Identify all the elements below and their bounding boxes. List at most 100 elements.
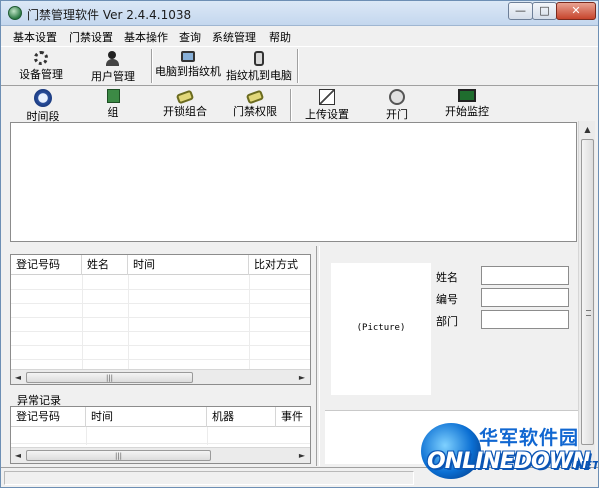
menu-bar: 基本设置 门禁设置 基本操作 查询 系统管理 帮助 xyxy=(1,27,598,46)
grid-col-line xyxy=(82,275,83,369)
app-icon xyxy=(8,6,22,20)
grip-icon: ||| xyxy=(114,452,123,460)
scroll-up-arrow-icon[interactable]: ▲ xyxy=(579,121,596,138)
grid-row-line xyxy=(11,289,310,290)
menu-query[interactable]: 查询 xyxy=(179,29,201,45)
scroll-thumb[interactable]: ||| xyxy=(26,450,211,461)
device-management-label: 设备管理 xyxy=(19,68,63,81)
log-panel[interactable] xyxy=(10,122,577,242)
main-toolbar: 设备管理 用户管理 电脑到指纹机 指纹机到电脑 xyxy=(1,46,598,86)
access-permission-button[interactable]: 门禁权限 xyxy=(227,89,283,119)
close-button[interactable]: ✕ xyxy=(556,2,596,20)
scroll-left-arrow-icon[interactable]: ◄ xyxy=(11,370,25,384)
grid-header: 登记号码 时间 机器 事件 xyxy=(11,407,310,427)
fingerprint-to-pc-icon xyxy=(254,51,264,66)
column-header-machine[interactable]: 机器 xyxy=(207,407,276,427)
title-bar[interactable]: 门禁管理软件 Ver 2.4.4.1038 — □ ✕ xyxy=(1,1,598,26)
scroll-left-arrow-icon[interactable]: ◄ xyxy=(11,448,25,463)
watermark-cn-text: 华军软件园 xyxy=(479,427,580,449)
open-door-button[interactable]: 开门 xyxy=(375,89,419,122)
device-gear-icon xyxy=(34,51,48,65)
scroll-thumb[interactable]: ||| xyxy=(26,372,193,383)
grid-row-line xyxy=(11,317,310,318)
minimize-button[interactable]: — xyxy=(508,2,533,20)
start-monitoring-button[interactable]: 开始监控 xyxy=(437,89,497,119)
scroll-thumb[interactable] xyxy=(581,139,594,445)
pc-to-fingerprint-button[interactable]: 电脑到指纹机 xyxy=(154,51,222,79)
fingerprint-to-pc-label: 指纹机到电脑 xyxy=(226,69,292,82)
fingerprint-to-pc-button[interactable]: 指纹机到电脑 xyxy=(225,51,293,83)
access-permission-label: 门禁权限 xyxy=(233,105,277,118)
scroll-right-arrow-icon[interactable]: ► xyxy=(295,370,309,384)
close-icon: ✕ xyxy=(571,4,581,17)
user-management-label: 用户管理 xyxy=(91,70,135,83)
group-button[interactable]: 组 xyxy=(93,89,133,120)
grid-header: 登记号码 姓名 时间 比对方式 xyxy=(11,255,310,275)
grip-icon: ||| xyxy=(105,374,114,382)
column-header-name[interactable]: 姓名 xyxy=(82,255,128,275)
menu-basic-operations[interactable]: 基本操作 xyxy=(124,29,168,45)
menu-basic-settings[interactable]: 基本设置 xyxy=(13,29,57,45)
menu-access-settings[interactable]: 门禁设置 xyxy=(69,29,113,45)
panel-splitter[interactable] xyxy=(316,246,320,466)
time-period-button[interactable]: 时间段 xyxy=(21,89,65,124)
window-title: 门禁管理软件 Ver 2.4.4.1038 xyxy=(27,8,192,22)
user-management-button[interactable]: 用户管理 xyxy=(87,51,139,84)
attendance-horizontal-scrollbar[interactable]: ◄ ||| ► xyxy=(11,369,310,384)
upload-settings-icon xyxy=(319,89,335,105)
department-label: 部门 xyxy=(436,315,458,328)
device-management-button[interactable]: 设备管理 xyxy=(15,51,67,82)
toolbar-separator xyxy=(151,49,153,83)
grid-row-line xyxy=(11,443,310,444)
toolbar-separator xyxy=(297,49,299,83)
column-header-time[interactable]: 时间 xyxy=(128,255,249,275)
column-header-reg-number[interactable]: 登记号码 xyxy=(11,255,82,275)
status-cell xyxy=(4,471,414,485)
upload-settings-label: 上传设置 xyxy=(305,108,349,121)
column-header-compare-method[interactable]: 比对方式 xyxy=(249,255,310,275)
column-header-event[interactable]: 事件 xyxy=(276,407,310,427)
clock-icon xyxy=(34,89,52,107)
group-icon xyxy=(106,89,120,103)
grid-row-line xyxy=(11,303,310,304)
watermark-net-text: .NET xyxy=(571,459,599,472)
maximize-button[interactable]: □ xyxy=(532,2,557,20)
user-photo: (Picture) xyxy=(331,263,431,395)
maximize-icon: □ xyxy=(539,4,550,17)
attendance-records-grid[interactable]: 登记号码 姓名 时间 比对方式 ◄ ||| ► xyxy=(10,254,311,385)
grid-row-line xyxy=(11,345,310,346)
grip-icon xyxy=(586,310,591,316)
monitor-icon xyxy=(458,89,476,102)
user-icon xyxy=(104,51,122,67)
pc-to-fingerprint-icon xyxy=(181,51,195,62)
main-window: 门禁管理软件 Ver 2.4.4.1038 — □ ✕ 基本设置 门禁设置 基本… xyxy=(0,0,599,488)
name-field[interactable] xyxy=(481,266,569,285)
grid-col-line xyxy=(128,275,129,369)
number-field[interactable] xyxy=(481,288,569,307)
open-door-icon xyxy=(389,89,405,105)
minimize-icon: — xyxy=(515,4,526,17)
scroll-right-arrow-icon[interactable]: ► xyxy=(295,448,309,463)
grid-col-line xyxy=(207,427,208,445)
menu-help[interactable]: 帮助 xyxy=(269,29,291,45)
upload-settings-button[interactable]: 上传设置 xyxy=(299,89,355,122)
abnormal-records-grid[interactable]: 登记号码 时间 机器 事件 ◄ ||| ► xyxy=(10,406,311,464)
toolbar-separator xyxy=(290,89,292,121)
department-field[interactable] xyxy=(481,310,569,329)
grid-row-line xyxy=(11,359,310,360)
column-header-time[interactable]: 时间 xyxy=(86,407,207,427)
picture-placeholder: (Picture) xyxy=(356,323,406,333)
abnormal-horizontal-scrollbar[interactable]: ◄ ||| ► xyxy=(11,447,310,463)
column-header-reg-number[interactable]: 登记号码 xyxy=(11,407,86,427)
grid-row-line xyxy=(11,331,310,332)
menu-system-management[interactable]: 系统管理 xyxy=(212,29,256,45)
user-info-panel: (Picture) 姓名 编号 部门 xyxy=(325,253,578,410)
unlock-combination-button[interactable]: 开锁组合 xyxy=(157,89,213,119)
number-label: 编号 xyxy=(436,293,458,306)
open-door-label: 开门 xyxy=(386,108,408,121)
watermark-en-text: ONLINEDOWN xyxy=(427,449,590,474)
pc-to-fingerprint-label: 电脑到指纹机 xyxy=(155,65,221,78)
grid-col-line xyxy=(86,427,87,445)
group-label: 组 xyxy=(107,106,119,119)
onlinedown-watermark-logo: 华军软件园 ONLINEDOWN .NET xyxy=(421,409,599,487)
